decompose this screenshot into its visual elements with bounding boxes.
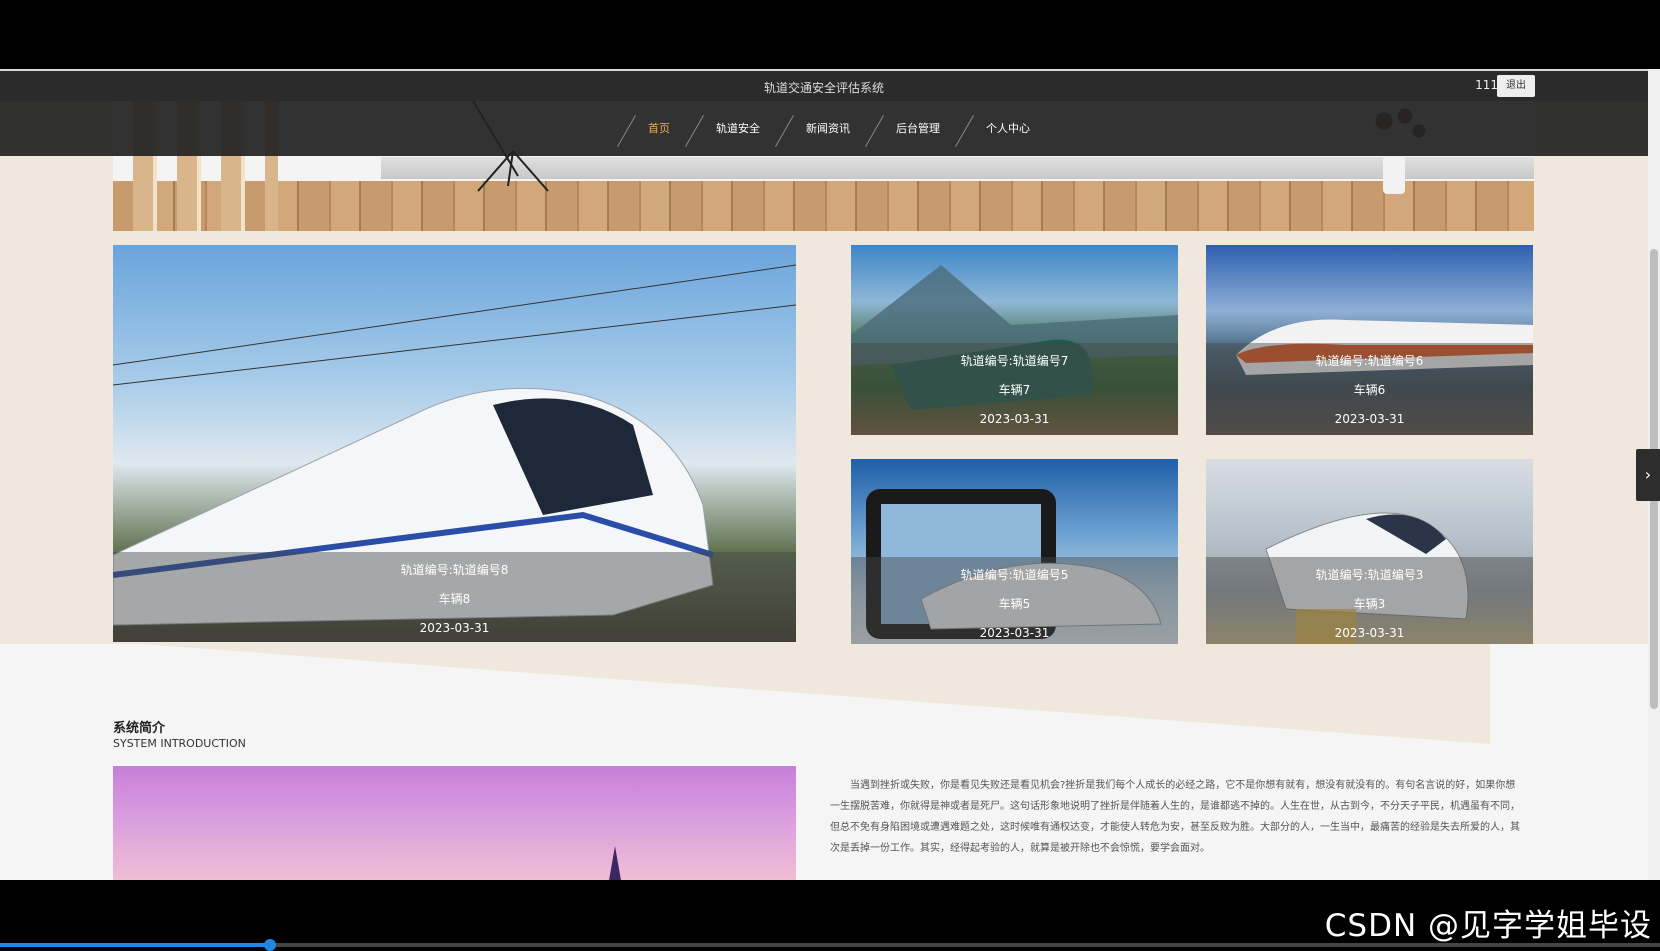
- nav-item-profile[interactable]: 个人中心: [958, 101, 1048, 156]
- track-number: 轨道编号:轨道编号7: [960, 354, 1069, 368]
- track-number: 轨道编号:轨道编号6: [1315, 354, 1424, 368]
- card-overlay: 轨道编号:轨道编号3 车辆3 2023-03-31: [1206, 557, 1533, 649]
- track-number: 轨道编号:轨道编号5: [960, 568, 1069, 582]
- card-overlay: 轨道编号:轨道编号5 车辆5 2023-03-31: [851, 557, 1178, 649]
- logout-button[interactable]: 退出: [1497, 75, 1535, 97]
- site-title: 轨道交通安全评估系统: [763, 81, 884, 95]
- main-nav: 首页 轨道安全 新闻资讯 后台管理 个人中心: [0, 101, 1648, 156]
- card-overlay: 轨道编号:轨道编号7 车辆7 2023-03-31: [851, 343, 1178, 435]
- vase-graphic: [1383, 156, 1405, 194]
- track-card-8[interactable]: 轨道编号:轨道编号8 车辆8 2023-03-31: [113, 245, 796, 642]
- banner-floor: [113, 181, 1534, 231]
- card-overlay: 轨道编号:轨道编号8 车辆8 2023-03-31: [113, 552, 796, 642]
- track-card-3[interactable]: 轨道编号:轨道编号3 车辆3 2023-03-31: [1206, 459, 1533, 649]
- track-card-7[interactable]: 轨道编号:轨道编号7 车辆7 2023-03-31: [851, 245, 1178, 435]
- nav-item-track-safety[interactable]: 轨道安全: [688, 101, 778, 156]
- vehicle-name: 车辆5: [998, 597, 1031, 611]
- intro-image: [113, 766, 796, 880]
- intro-title: 系统简介: [113, 721, 166, 736]
- progress-fill: [0, 943, 270, 947]
- top-header-bar: 轨道交通安全评估系统 111 退出: [0, 69, 1648, 101]
- tower-graphic: [608, 846, 622, 880]
- vehicle-name: 车辆6: [1353, 383, 1386, 397]
- intro-text: 当遇到挫折或失败，你是看见失败还是看见机会?挫折是我们每个人成长的必经之路，它不…: [830, 780, 1520, 854]
- track-card-6[interactable]: 轨道编号:轨道编号6 车辆6 2023-03-31: [1206, 245, 1533, 435]
- vehicle-name: 车辆7: [998, 383, 1031, 397]
- username: 111: [1475, 78, 1498, 92]
- browser-viewport: 轨道交通安全评估系统 111 退出 首页 轨道安全 新闻资讯 后台管理 个人中心…: [0, 69, 1648, 880]
- card-date: 2023-03-31: [979, 412, 1050, 426]
- vehicle-name: 车辆8: [438, 592, 471, 606]
- nav-item-news[interactable]: 新闻资讯: [778, 101, 868, 156]
- card-date: 2023-03-31: [1334, 412, 1405, 426]
- track-card-5[interactable]: 轨道编号:轨道编号5 车辆5 2023-03-31: [851, 459, 1178, 649]
- card-overlay: 轨道编号:轨道编号6 车辆6 2023-03-31: [1206, 343, 1533, 435]
- chevron-right-icon[interactable]: ›: [1636, 449, 1660, 501]
- track-number: 轨道编号:轨道编号8: [400, 563, 509, 577]
- section-divider: [140, 644, 1490, 744]
- card-date: 2023-03-31: [419, 621, 490, 635]
- track-number: 轨道编号:轨道编号3: [1315, 568, 1424, 582]
- progress-knob[interactable]: [264, 939, 276, 951]
- nav-item-admin[interactable]: 后台管理: [868, 101, 958, 156]
- watermark: CSDN @见字学姐毕设: [1324, 908, 1652, 944]
- nav-item-home[interactable]: 首页: [620, 101, 688, 156]
- intro-subtitle: SYSTEM INTRODUCTION: [113, 737, 246, 750]
- vehicle-name: 车辆3: [1353, 597, 1386, 611]
